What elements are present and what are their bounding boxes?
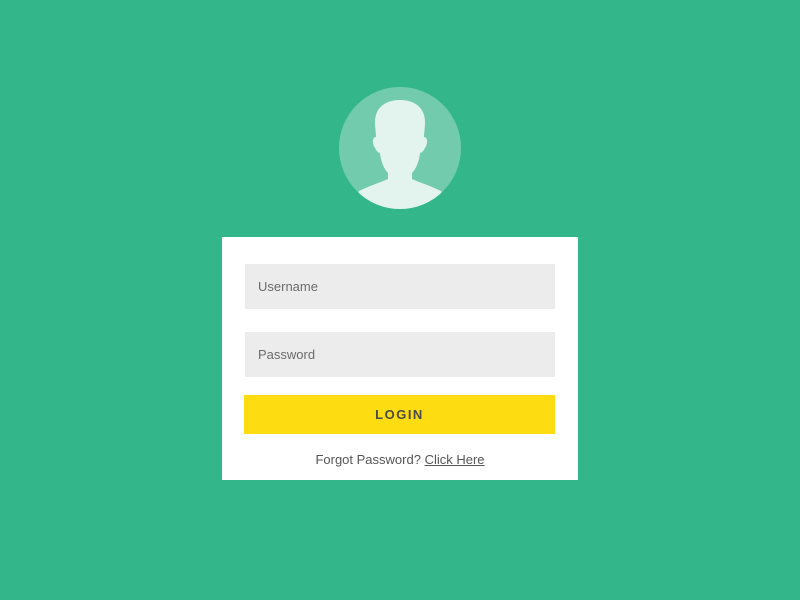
login-card: LOGIN Forgot Password? Click Here <box>222 237 578 480</box>
forgot-password-row: Forgot Password? Click Here <box>222 452 578 467</box>
user-silhouette-icon <box>353 100 447 209</box>
avatar <box>339 87 461 209</box>
username-input[interactable] <box>245 264 555 309</box>
forgot-password-link[interactable]: Click Here <box>425 452 485 467</box>
password-input[interactable] <box>245 332 555 377</box>
forgot-password-text: Forgot Password? <box>315 452 421 467</box>
login-button[interactable]: LOGIN <box>244 395 555 434</box>
